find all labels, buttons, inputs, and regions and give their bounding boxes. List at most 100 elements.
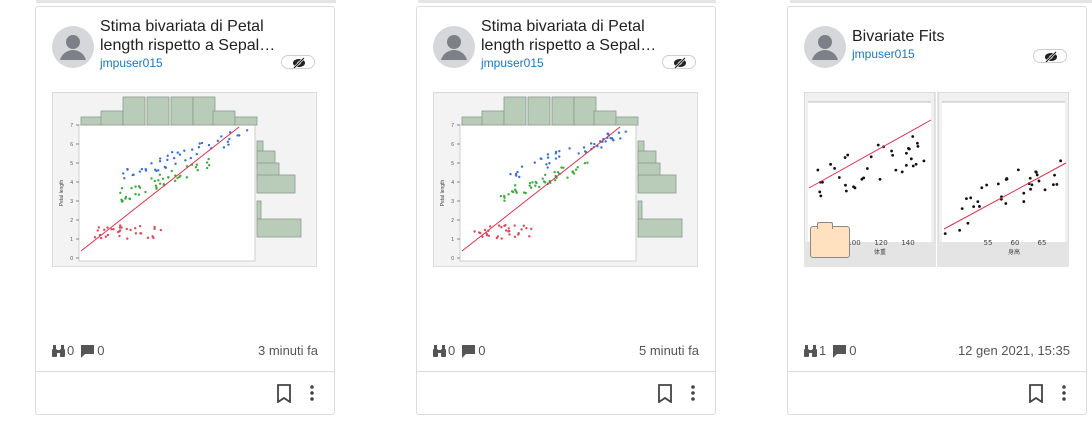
data-point (985, 183, 989, 187)
card-thumbnail[interactable]: 0 1 2 3 4 5 6 7 Petal length (433, 92, 698, 267)
data-point (126, 237, 129, 240)
more-vertical-icon[interactable] (309, 384, 315, 402)
data-point (173, 179, 177, 183)
data-point (120, 198, 123, 201)
data-point (911, 164, 915, 168)
data-point (194, 166, 198, 169)
data-point (106, 226, 109, 229)
card-thumbnail[interactable]: 100 120 140 体重 55 60 65 身高 (804, 92, 1069, 267)
y-tick-label: 2 (70, 218, 73, 224)
data-point (150, 177, 153, 180)
data-point (852, 185, 855, 189)
card-title[interactable]: Bivariate Fits (852, 27, 1052, 46)
more-vertical-icon[interactable] (1061, 384, 1067, 402)
data-point (541, 177, 544, 180)
data-point (922, 159, 926, 163)
data-point (110, 228, 113, 231)
histogram-bar (637, 174, 677, 194)
comments-count: 0 (478, 343, 486, 358)
data-point (574, 168, 578, 171)
data-point (183, 149, 186, 152)
data-point (1052, 183, 1055, 187)
x-tick-label: 65 (1038, 239, 1047, 247)
data-point (158, 157, 162, 160)
data-point (553, 179, 557, 182)
data-point (534, 180, 537, 184)
card-author-link[interactable]: jmpuser015 (481, 56, 544, 70)
data-point (207, 163, 211, 167)
data-point (103, 228, 106, 232)
data-point (153, 227, 156, 231)
folder-icon[interactable] (810, 222, 850, 258)
user-avatar-icon[interactable] (433, 26, 475, 68)
data-point (915, 141, 919, 145)
data-point (1059, 159, 1063, 163)
card-title[interactable]: Stima bivariata di Petal length rispetto… (481, 17, 681, 55)
data-point (174, 162, 177, 165)
eye-off-icon[interactable] (1033, 49, 1067, 63)
data-point (612, 139, 615, 142)
data-point (198, 142, 201, 145)
data-point (216, 139, 220, 143)
card[interactable]: Stima bivariata di Petal length rispetto… (35, 6, 335, 415)
data-point (236, 134, 239, 137)
data-point (226, 140, 230, 143)
data-point (576, 166, 579, 169)
data-point (890, 149, 893, 153)
card-author-link[interactable]: jmpuser015 (852, 47, 915, 61)
data-point (533, 161, 536, 164)
user-avatar-icon[interactable] (52, 26, 94, 68)
data-point (500, 225, 503, 229)
data-point (124, 197, 127, 200)
x-tick-label: 60 (1011, 239, 1020, 247)
user-avatar-icon[interactable] (804, 26, 846, 68)
data-point (123, 177, 126, 180)
bookmark-icon[interactable] (276, 384, 292, 403)
eye-off-icon[interactable] (662, 55, 696, 69)
data-point (207, 143, 211, 147)
data-point (617, 131, 621, 134)
data-point (176, 151, 179, 154)
right-fit-panel: 55 60 65 身高 (937, 92, 1069, 267)
histogram-bar (527, 96, 551, 126)
eye-off-icon[interactable] (281, 55, 315, 69)
data-point (178, 153, 182, 156)
data-point (220, 135, 223, 138)
card-title[interactable]: Stima bivariata di Petal length rispetto… (100, 17, 300, 55)
card-stats: 0 0 (52, 343, 110, 358)
data-point (157, 179, 160, 182)
histogram-bar (192, 96, 216, 126)
card-divider (417, 371, 715, 372)
data-point (518, 175, 521, 179)
bookmark-icon[interactable] (657, 384, 673, 403)
data-point (106, 233, 110, 237)
more-vertical-icon[interactable] (690, 384, 696, 402)
bookmark-icon[interactable] (1028, 384, 1044, 403)
top-divider-left (36, 0, 336, 3)
card-author-link[interactable]: jmpuser015 (100, 56, 163, 70)
data-point (138, 170, 142, 173)
data-point (483, 228, 487, 232)
card-thumbnail[interactable]: 0 1 2 3 4 5 6 7 Petal length (52, 92, 317, 267)
comment-icon (833, 344, 847, 358)
data-point (163, 165, 167, 169)
data-point (583, 150, 587, 153)
data-point (184, 159, 187, 162)
data-point (816, 168, 820, 172)
y-tick-label: 2 (451, 218, 454, 224)
data-point (520, 165, 524, 168)
data-point (489, 225, 492, 228)
data-point (170, 169, 174, 173)
data-point (978, 205, 981, 208)
data-point (139, 232, 142, 235)
card[interactable]: Bivariate Fits jmpuser015 100 120 140 体重 55 6… (787, 6, 1087, 415)
data-point (154, 184, 158, 187)
data-point (860, 177, 864, 181)
data-point (227, 143, 230, 146)
histogram-bar (461, 116, 485, 126)
card[interactable]: Stima bivariata di Petal length rispetto… (416, 6, 716, 415)
data-point (222, 146, 226, 149)
x-tick-label: 120 (874, 239, 887, 247)
histogram-bar (637, 218, 683, 238)
comments-count: 0 (849, 343, 857, 358)
